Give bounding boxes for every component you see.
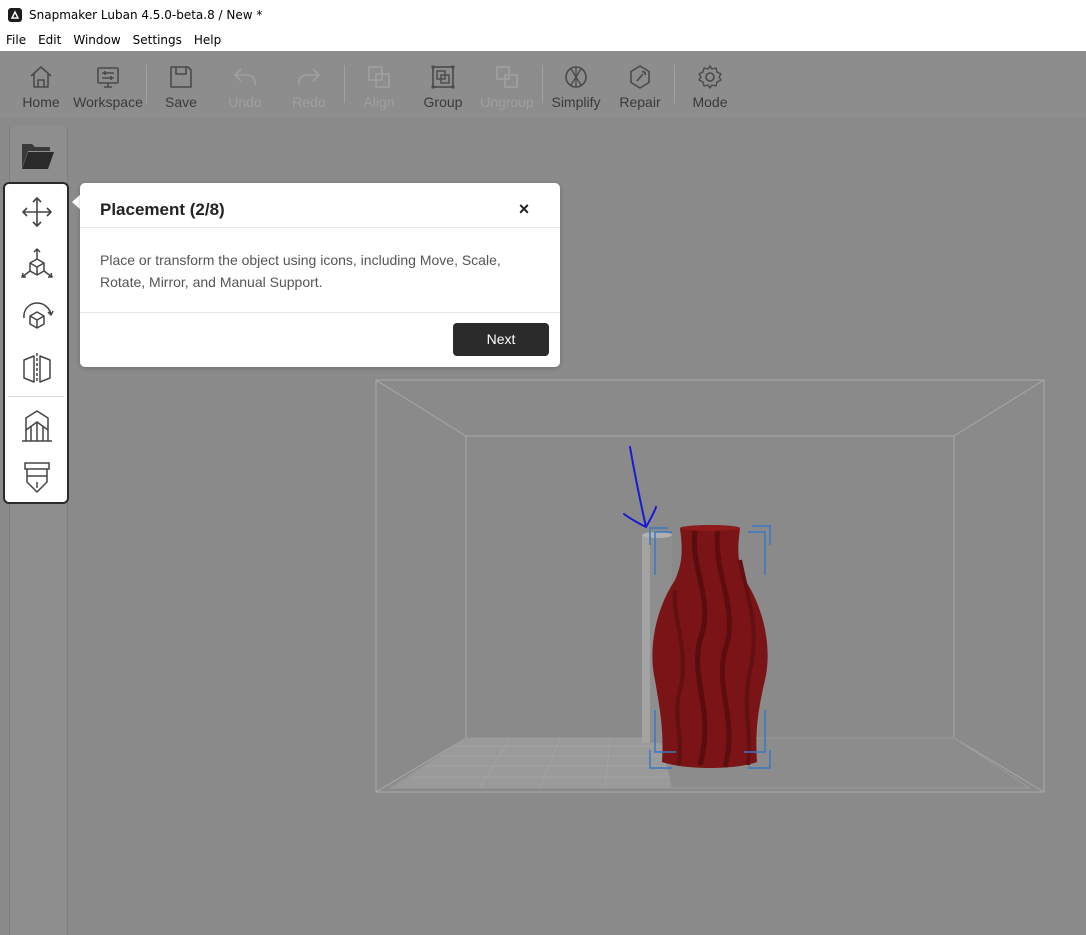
mode-label: Mode bbox=[692, 94, 728, 110]
menu-help[interactable]: Help bbox=[188, 30, 227, 51]
title-bar: Snapmaker Luban 4.5.0-beta.8 / New * bbox=[0, 0, 1086, 30]
workspace-button[interactable]: Workspace bbox=[73, 51, 143, 118]
undo-label: Undo bbox=[228, 94, 262, 110]
group-icon bbox=[431, 65, 455, 89]
ungroup-label: Ungroup bbox=[480, 94, 534, 110]
scale-icon bbox=[21, 248, 53, 278]
folder-open-icon bbox=[22, 144, 54, 169]
redo-label: Redo bbox=[292, 94, 326, 110]
guide-title: Placement (2/8) bbox=[100, 200, 225, 219]
popover-divider bbox=[80, 312, 560, 313]
repair-icon bbox=[630, 65, 650, 89]
repair-label: Repair bbox=[619, 94, 661, 110]
toolbar-separator bbox=[146, 65, 147, 103]
ungroup-button[interactable]: Ungroup bbox=[478, 51, 536, 118]
app-logo-icon bbox=[8, 8, 22, 22]
undo-icon bbox=[234, 68, 256, 85]
close-icon[interactable]: × bbox=[516, 200, 532, 218]
group-label: Group bbox=[423, 94, 463, 110]
align-button[interactable]: Align bbox=[360, 51, 398, 118]
scale-tool-button[interactable] bbox=[17, 244, 57, 284]
align-label: Align bbox=[363, 94, 395, 110]
guide-popover: Placement (2/8) × Place or transform the… bbox=[80, 183, 560, 367]
mirror-icon bbox=[23, 353, 51, 383]
save-icon bbox=[170, 66, 192, 88]
simplify-icon bbox=[565, 66, 587, 88]
workspace-label: Workspace bbox=[73, 94, 143, 110]
main-toolbar: Home Workspace Save Undo Redo Align Grou… bbox=[0, 51, 1086, 118]
save-button[interactable]: Save bbox=[162, 51, 200, 118]
workspace-icon bbox=[97, 67, 119, 88]
guide-body: Place or transform the object using icon… bbox=[100, 252, 501, 290]
extruder-icon bbox=[24, 462, 50, 493]
toolbar-separator bbox=[674, 65, 675, 103]
redo-icon bbox=[298, 68, 320, 85]
repair-button[interactable]: Repair bbox=[618, 51, 662, 118]
menu-file[interactable]: File bbox=[0, 30, 32, 51]
menu-settings[interactable]: Settings bbox=[127, 30, 188, 51]
toolbar-separator bbox=[542, 65, 543, 103]
tool-separator bbox=[8, 396, 64, 397]
move-icon bbox=[22, 197, 52, 227]
extruder-tool-button[interactable] bbox=[17, 458, 57, 498]
menu-bar: File Edit Window Settings Help bbox=[0, 30, 1086, 51]
rotate-tool-button[interactable] bbox=[17, 296, 57, 336]
manual-support-tool-button[interactable] bbox=[17, 406, 57, 446]
open-file-button[interactable] bbox=[18, 138, 58, 174]
manual-support-icon bbox=[22, 410, 52, 442]
group-button[interactable]: Group bbox=[422, 51, 464, 118]
mode-button[interactable]: Mode bbox=[689, 51, 731, 118]
move-tool-button[interactable] bbox=[17, 192, 57, 232]
menu-edit[interactable]: Edit bbox=[32, 30, 67, 51]
redo-button[interactable]: Redo bbox=[290, 51, 328, 118]
app-window: Snapmaker Luban 4.5.0-beta.8 / New * Fil… bbox=[0, 0, 1086, 935]
popover-divider bbox=[80, 227, 560, 228]
simplify-button[interactable]: Simplify bbox=[550, 51, 602, 118]
rotate-icon bbox=[23, 302, 54, 329]
home-icon bbox=[30, 66, 52, 88]
simplify-label: Simplify bbox=[551, 94, 601, 110]
menu-window[interactable]: Window bbox=[67, 30, 126, 51]
toolbar-separator bbox=[344, 65, 345, 103]
undo-button[interactable]: Undo bbox=[226, 51, 264, 118]
window-title: Snapmaker Luban 4.5.0-beta.8 / New * bbox=[29, 8, 263, 22]
home-label: Home bbox=[22, 94, 60, 110]
save-label: Save bbox=[165, 94, 197, 110]
align-icon bbox=[368, 66, 390, 88]
home-button[interactable]: Home bbox=[21, 51, 61, 118]
next-button[interactable]: Next bbox=[453, 323, 549, 356]
gear-icon bbox=[698, 65, 722, 89]
ungroup-icon bbox=[496, 66, 518, 88]
mirror-tool-button[interactable] bbox=[17, 348, 57, 388]
